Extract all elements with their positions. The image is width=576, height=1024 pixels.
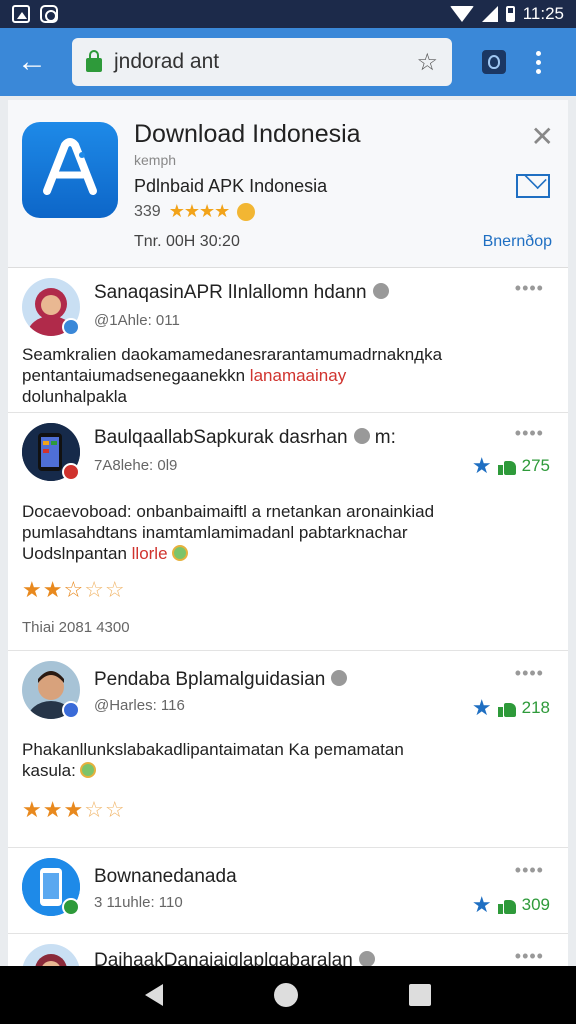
rating-stars-icon: ★★★★ — [168, 201, 231, 221]
star-icon: ★ — [471, 695, 492, 720]
close-icon[interactable]: ✕ — [531, 120, 554, 153]
back-arrow-icon[interactable]: ← — [10, 40, 54, 84]
messenger-notification-icon — [40, 5, 58, 23]
url-bar[interactable]: jndorad ant ☆ — [72, 38, 452, 86]
check-badge-icon — [62, 898, 80, 916]
review-date: Thiai 2081 4300 — [22, 619, 130, 636]
more-options-icon[interactable]: •••• — [515, 663, 544, 684]
mail-icon[interactable] — [516, 174, 550, 198]
bookmark-star-icon[interactable]: ☆ — [416, 48, 438, 77]
reviewer-name: DaihaakDanaiaiglaplqabaralan — [94, 950, 375, 966]
vote-count[interactable]: ★ 309 — [472, 892, 550, 918]
app-action-link[interactable]: Bnernðop — [483, 233, 552, 251]
review-stars: ★★★☆☆ — [22, 797, 126, 822]
verified-icon — [372, 283, 389, 299]
more-options-icon[interactable]: •••• — [515, 278, 544, 299]
review-item: Pendaba Bplamalguidasian @Harles: 116 ••… — [8, 651, 568, 848]
tabs-icon[interactable] — [482, 50, 506, 74]
review-body: Docaevoboad: onbanbaimaiftl a rnetankan … — [22, 502, 435, 563]
thumbs-up-icon — [497, 699, 516, 717]
app-logo-icon — [22, 122, 118, 218]
vote-count[interactable]: ★ 218 — [472, 695, 550, 721]
page-content: Download Indonesia kemph Pdlnbaid APK In… — [8, 100, 568, 966]
rating-count: 339 — [134, 202, 161, 220]
review-meta: @Harles: 116 — [94, 697, 185, 714]
star-icon: ★ — [471, 453, 492, 478]
app-title: Download Indonesia — [134, 120, 361, 148]
thumbs-up-icon — [497, 457, 516, 475]
review-meta: @1Ahle: 011 — [94, 312, 180, 329]
reviewer-name: Pendaba Bplamalguidasian — [94, 669, 348, 691]
signal-icon — [481, 6, 498, 22]
app-rating: 339 ★★★★ — [134, 201, 256, 222]
review-item: DaihaakDanaiaiglaplqabaralan •••• — [8, 934, 568, 966]
more-options-icon[interactable]: •••• — [515, 423, 544, 444]
emoji-icon — [79, 762, 96, 778]
nav-home-icon[interactable] — [273, 983, 298, 1007]
status-time: 11:25 — [522, 4, 564, 23]
nav-back-icon[interactable] — [145, 984, 164, 1006]
emoji-icon — [237, 202, 256, 221]
review-body: Phakanllunkslabakadlipantaimatan Ka pema… — [22, 740, 404, 780]
reviewer-name: BaulqaallabSapkurak dasrhan m: — [94, 427, 396, 448]
reviewer-name: SanaqasinAPR lInlallomn hdann — [94, 282, 389, 304]
battery-icon — [505, 6, 515, 22]
verified-icon — [358, 951, 375, 966]
badge-icon — [62, 463, 80, 481]
emoji-icon — [171, 545, 188, 561]
review-meta: 7A8lehe: 0l9 — [94, 457, 178, 474]
gallery-notification-icon — [12, 5, 30, 23]
reviewer-name: Bownanedanada — [94, 866, 237, 887]
status-bar: 11:25 — [0, 0, 576, 28]
review-stars: ★★☆☆☆ — [22, 577, 126, 602]
review-item: SanaqasinAPR lInlallomn hdann @1Ahle: 01… — [8, 268, 568, 413]
avatar[interactable] — [22, 944, 80, 966]
star-icon: ★ — [471, 892, 492, 917]
review-item: Bownanedanada 3 11uhle: 110 •••• ★ 309 — [8, 848, 568, 934]
verified-badge-icon — [62, 318, 80, 336]
thumbs-up-icon — [497, 896, 516, 914]
app-developer: kemph — [134, 152, 177, 168]
verified-icon — [353, 428, 370, 444]
more-options-icon[interactable]: •••• — [515, 860, 544, 881]
nav-recents-icon[interactable] — [408, 984, 431, 1006]
more-options-icon[interactable]: •••• — [515, 946, 544, 966]
app-header-card: Download Indonesia kemph Pdlnbaid APK In… — [8, 100, 568, 268]
app-date: Tnr. 00H 30:20 — [134, 233, 240, 250]
review-item: BaulqaallabSapkurak dasrhan m: 7A8lehe: … — [8, 413, 568, 651]
system-nav-bar — [0, 966, 576, 1024]
overflow-menu-icon[interactable] — [536, 50, 541, 74]
wifi-icon — [449, 6, 474, 22]
app-subtitle: Pdlnbaid APK Indonesia — [134, 176, 328, 196]
review-body: Seamkralien daokamamedanesrarantamumadrn… — [22, 345, 443, 406]
url-text[interactable]: jndorad ant — [114, 50, 416, 74]
verified-icon — [331, 670, 348, 686]
lock-icon — [86, 50, 102, 72]
messenger-badge-icon — [62, 701, 80, 719]
review-meta: 3 11uhle: 110 — [94, 894, 183, 911]
vote-count[interactable]: ★ 275 — [472, 453, 550, 479]
browser-toolbar: ← jndorad ant ☆ — [0, 28, 576, 96]
